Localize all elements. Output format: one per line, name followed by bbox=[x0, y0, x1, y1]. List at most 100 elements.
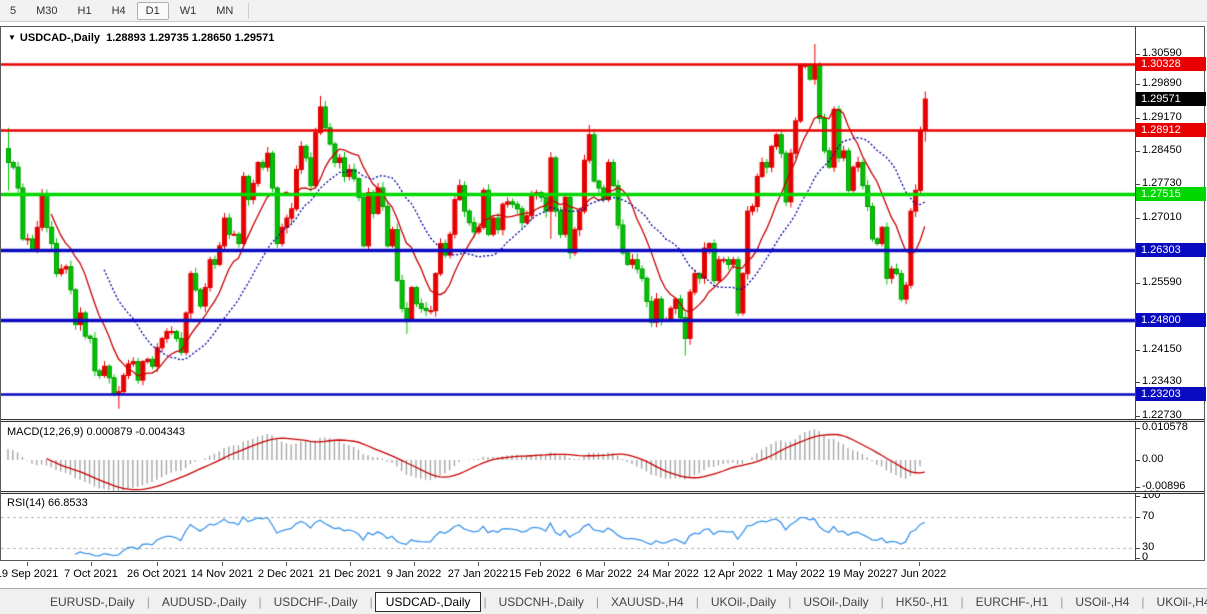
axis-label: 1.24150 bbox=[1142, 343, 1182, 355]
date-tick bbox=[796, 562, 797, 566]
tab-separator: | bbox=[596, 595, 599, 609]
tab-separator: | bbox=[1060, 595, 1063, 609]
timeframe-button-h1[interactable]: H1 bbox=[69, 2, 101, 20]
axis-tick bbox=[1135, 548, 1140, 549]
axis-tick bbox=[1135, 416, 1140, 417]
date-axis-label: 14 Nov 2021 bbox=[191, 568, 253, 580]
chart-symbol-label: USDCAD-,Daily bbox=[20, 32, 100, 44]
axis-tick bbox=[1135, 218, 1140, 219]
axis-label: 0.00 bbox=[1142, 453, 1163, 465]
date-axis-label: 19 Sep 2021 bbox=[0, 568, 58, 580]
date-tick bbox=[478, 562, 479, 566]
date-axis-label: 26 Oct 2021 bbox=[127, 568, 187, 580]
level-price-label: 1.23203 bbox=[1136, 387, 1206, 401]
date-axis-label: 7 Jun 2022 bbox=[892, 568, 946, 580]
timeframe-button-mn[interactable]: MN bbox=[207, 2, 242, 20]
tab-usoil[interactable]: USOil-,Daily bbox=[793, 592, 878, 612]
date-tick bbox=[350, 562, 351, 566]
date-tick bbox=[733, 562, 734, 566]
axis-label: 1.29170 bbox=[1142, 111, 1182, 123]
axis-label: 70 bbox=[1142, 510, 1154, 522]
timeframe-button-d1[interactable]: D1 bbox=[137, 2, 169, 20]
level-price-label: 1.27515 bbox=[1136, 187, 1206, 201]
axis-tick bbox=[1135, 84, 1140, 85]
axis-label: 1.28450 bbox=[1142, 144, 1182, 156]
tab-separator: | bbox=[788, 595, 791, 609]
axis-tick bbox=[1135, 382, 1140, 383]
date-tick bbox=[604, 562, 605, 566]
date-axis-label: 12 Apr 2022 bbox=[703, 568, 762, 580]
tab-separator: | bbox=[696, 595, 699, 609]
axis-tick bbox=[1135, 558, 1140, 559]
tab-separator: | bbox=[960, 595, 963, 609]
date-axis-label: 1 May 2022 bbox=[767, 568, 824, 580]
level-price-label: 1.30328 bbox=[1136, 57, 1206, 71]
date-axis-label: 19 May 2022 bbox=[828, 568, 892, 580]
axis-tick bbox=[1135, 460, 1140, 461]
axis-tick bbox=[1135, 283, 1140, 284]
date-axis-label: 15 Feb 2022 bbox=[509, 568, 571, 580]
tab-usdchf[interactable]: USDCHF-,Daily bbox=[264, 592, 368, 612]
axis-tick bbox=[1135, 118, 1140, 119]
date-tick bbox=[919, 562, 920, 566]
rsi-indicator-label: RSI(14) 66.8533 bbox=[7, 497, 88, 509]
date-tick bbox=[860, 562, 861, 566]
axis-label: 1.29890 bbox=[1142, 77, 1182, 89]
bid-price-label: 1.29571 bbox=[1136, 92, 1206, 106]
tab-usoil[interactable]: USOil-,H4 bbox=[1065, 592, 1139, 612]
date-axis-label: 2 Dec 2021 bbox=[258, 568, 314, 580]
tab-audusd[interactable]: AUDUSD-,Daily bbox=[152, 592, 257, 612]
date-tick bbox=[222, 562, 223, 566]
pane-splitter-rsi[interactable] bbox=[1, 491, 1204, 494]
tab-xauusd[interactable]: XAUUSD-,H4 bbox=[601, 592, 694, 612]
axis-label: 1.23430 bbox=[1142, 375, 1182, 387]
date-tick bbox=[540, 562, 541, 566]
tab-usdcad[interactable]: USDCAD-,Daily bbox=[375, 592, 482, 612]
level-price-label: 1.28912 bbox=[1136, 123, 1206, 137]
tab-eurchf[interactable]: EURCHF-,H1 bbox=[966, 592, 1059, 612]
date-axis-label: 9 Jan 2022 bbox=[387, 568, 441, 580]
date-axis-label: 6 Mar 2022 bbox=[576, 568, 632, 580]
tab-ukoil[interactable]: UKOil-,H4 bbox=[1147, 592, 1207, 612]
pane-splitter-macd[interactable] bbox=[1, 419, 1204, 422]
symbol-tab-bar: EURUSD-,Daily|AUDUSD-,Daily|USDCHF-,Dail… bbox=[0, 588, 1207, 614]
tab-separator: | bbox=[370, 595, 373, 609]
date-axis-label: 7 Oct 2021 bbox=[64, 568, 118, 580]
date-axis[interactable]: 19 Sep 2021 7 Oct 2021 26 Oct 2021 14 Nov 2… bbox=[0, 562, 1207, 587]
chart-ohlc-values: 1.28893 1.29735 1.28650 1.29571 bbox=[106, 32, 274, 44]
tab-separator: | bbox=[881, 595, 884, 609]
level-price-label: 1.24800 bbox=[1136, 313, 1206, 327]
date-tick bbox=[414, 562, 415, 566]
tab-usdcnh[interactable]: USDCNH-,Daily bbox=[489, 592, 594, 612]
chart-window: ▼USDCAD-,Daily 1.28893 1.29735 1.28650 1… bbox=[0, 26, 1205, 561]
macd-indicator-label: MACD(12,26,9) 0.000879 -0.004343 bbox=[7, 426, 185, 438]
axis-tick bbox=[1135, 496, 1140, 497]
tab-separator: | bbox=[259, 595, 262, 609]
date-tick bbox=[27, 562, 28, 566]
tab-separator: | bbox=[483, 595, 486, 609]
axis-tick bbox=[1135, 184, 1140, 185]
date-axis-label: 24 Mar 2022 bbox=[637, 568, 699, 580]
date-tick bbox=[286, 562, 287, 566]
axis-label: 1.27010 bbox=[1142, 211, 1182, 223]
axis-tick bbox=[1135, 54, 1140, 55]
mt4-application: 5M30H1H4D1W1MN ▼USDCAD-,Daily 1.28893 1.… bbox=[0, 0, 1207, 614]
axis-tick bbox=[1135, 151, 1140, 152]
chart-title: ▼USDCAD-,Daily 1.28893 1.29735 1.28650 1… bbox=[8, 32, 274, 44]
tab-separator: | bbox=[1141, 595, 1144, 609]
tab-hk50[interactable]: HK50-,H1 bbox=[886, 592, 959, 612]
date-tick bbox=[157, 562, 158, 566]
axis-label: 0 bbox=[1142, 551, 1148, 563]
level-price-label: 1.26303 bbox=[1136, 243, 1206, 257]
price-axis-border bbox=[1135, 27, 1136, 561]
axis-tick bbox=[1135, 350, 1140, 351]
axis-tick bbox=[1135, 517, 1140, 518]
tab-eurusd[interactable]: EURUSD-,Daily bbox=[40, 592, 145, 612]
tab-ukoil[interactable]: UKOil-,Daily bbox=[701, 592, 786, 612]
timeframe-button-5[interactable]: 5 bbox=[1, 2, 25, 20]
timeframe-button-w1[interactable]: W1 bbox=[171, 2, 206, 20]
timeframe-button-h4[interactable]: H4 bbox=[103, 2, 135, 20]
chart-canvas[interactable] bbox=[1, 27, 1135, 561]
timeframe-button-m30[interactable]: M30 bbox=[27, 2, 66, 20]
date-tick bbox=[91, 562, 92, 566]
